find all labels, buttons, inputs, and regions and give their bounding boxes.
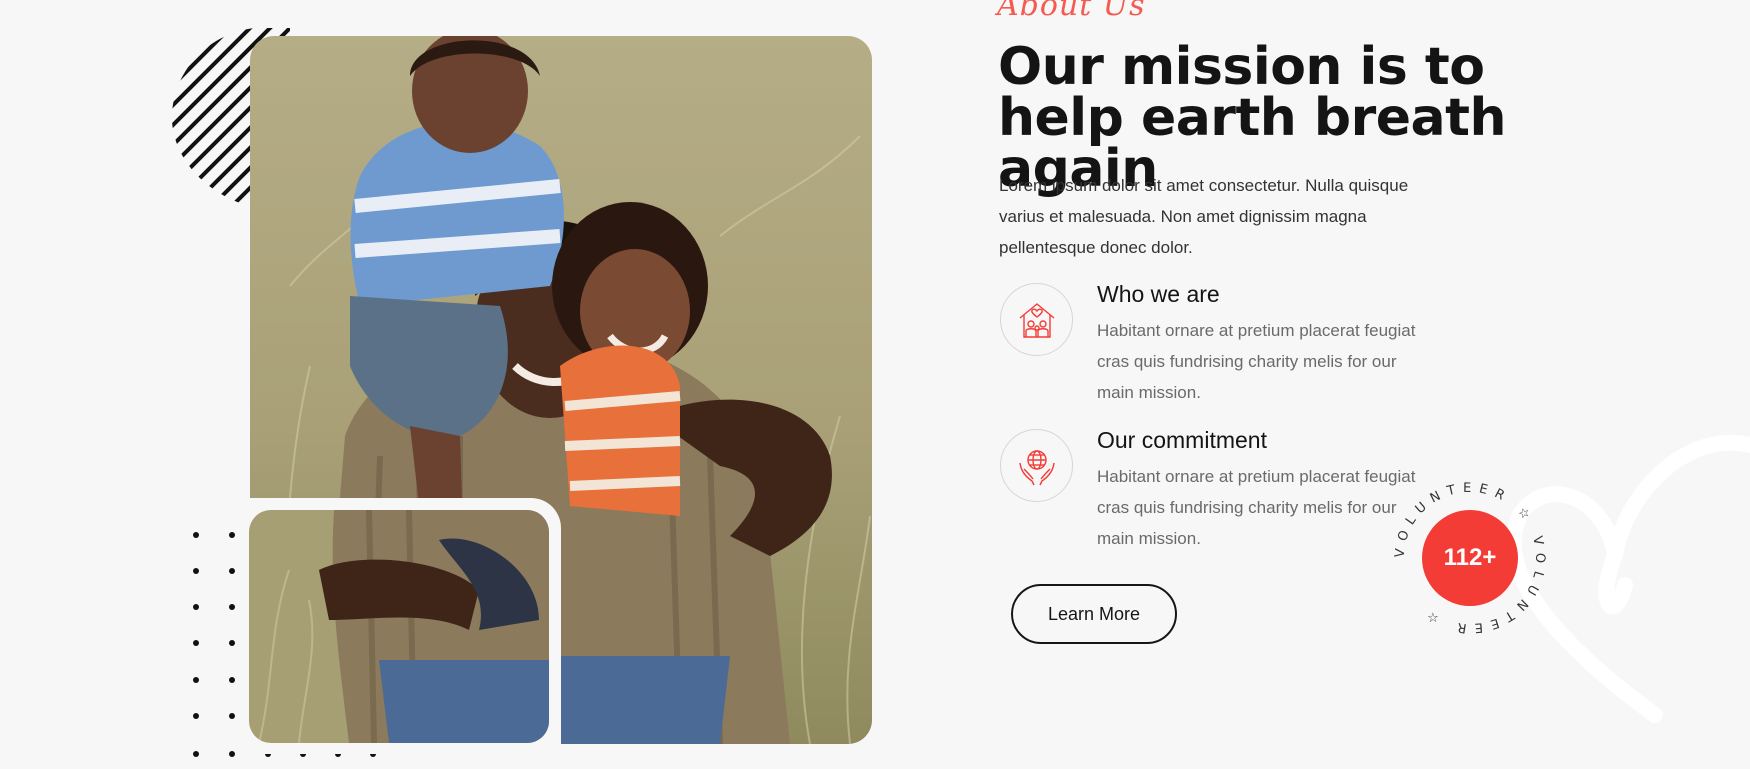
family-house-icon [1000, 283, 1073, 356]
about-section: About Us Our mission is to help earth br… [0, 0, 1750, 769]
feature-title: Our commitment [1097, 427, 1267, 453]
volunteer-count: 112+ [1422, 510, 1518, 606]
hands-globe-icon [1000, 429, 1073, 502]
feature-description: Habitant ornare at pretium placerat feug… [1097, 321, 1416, 402]
intro-paragraph: Lorem ipsum dolor sit amet consectetur. … [999, 176, 1409, 257]
section-eyebrow: About Us [997, 0, 1146, 23]
learn-more-button[interactable]: Learn More [1011, 584, 1177, 644]
volunteer-badge: VOLUNTEER ☆ VOLUNTEER ☆ 112+ [1390, 478, 1550, 638]
feature-title: Who we are [1097, 281, 1220, 307]
feature-description: Habitant ornare at pretium placerat feug… [1097, 467, 1416, 548]
feature-our-commitment: Our commitment Habitant ornare at pretiu… [1000, 427, 1440, 557]
family-photo-detail [249, 510, 549, 743]
feature-who-we-are: Who we are Habitant ornare at pretium pl… [1000, 281, 1440, 411]
